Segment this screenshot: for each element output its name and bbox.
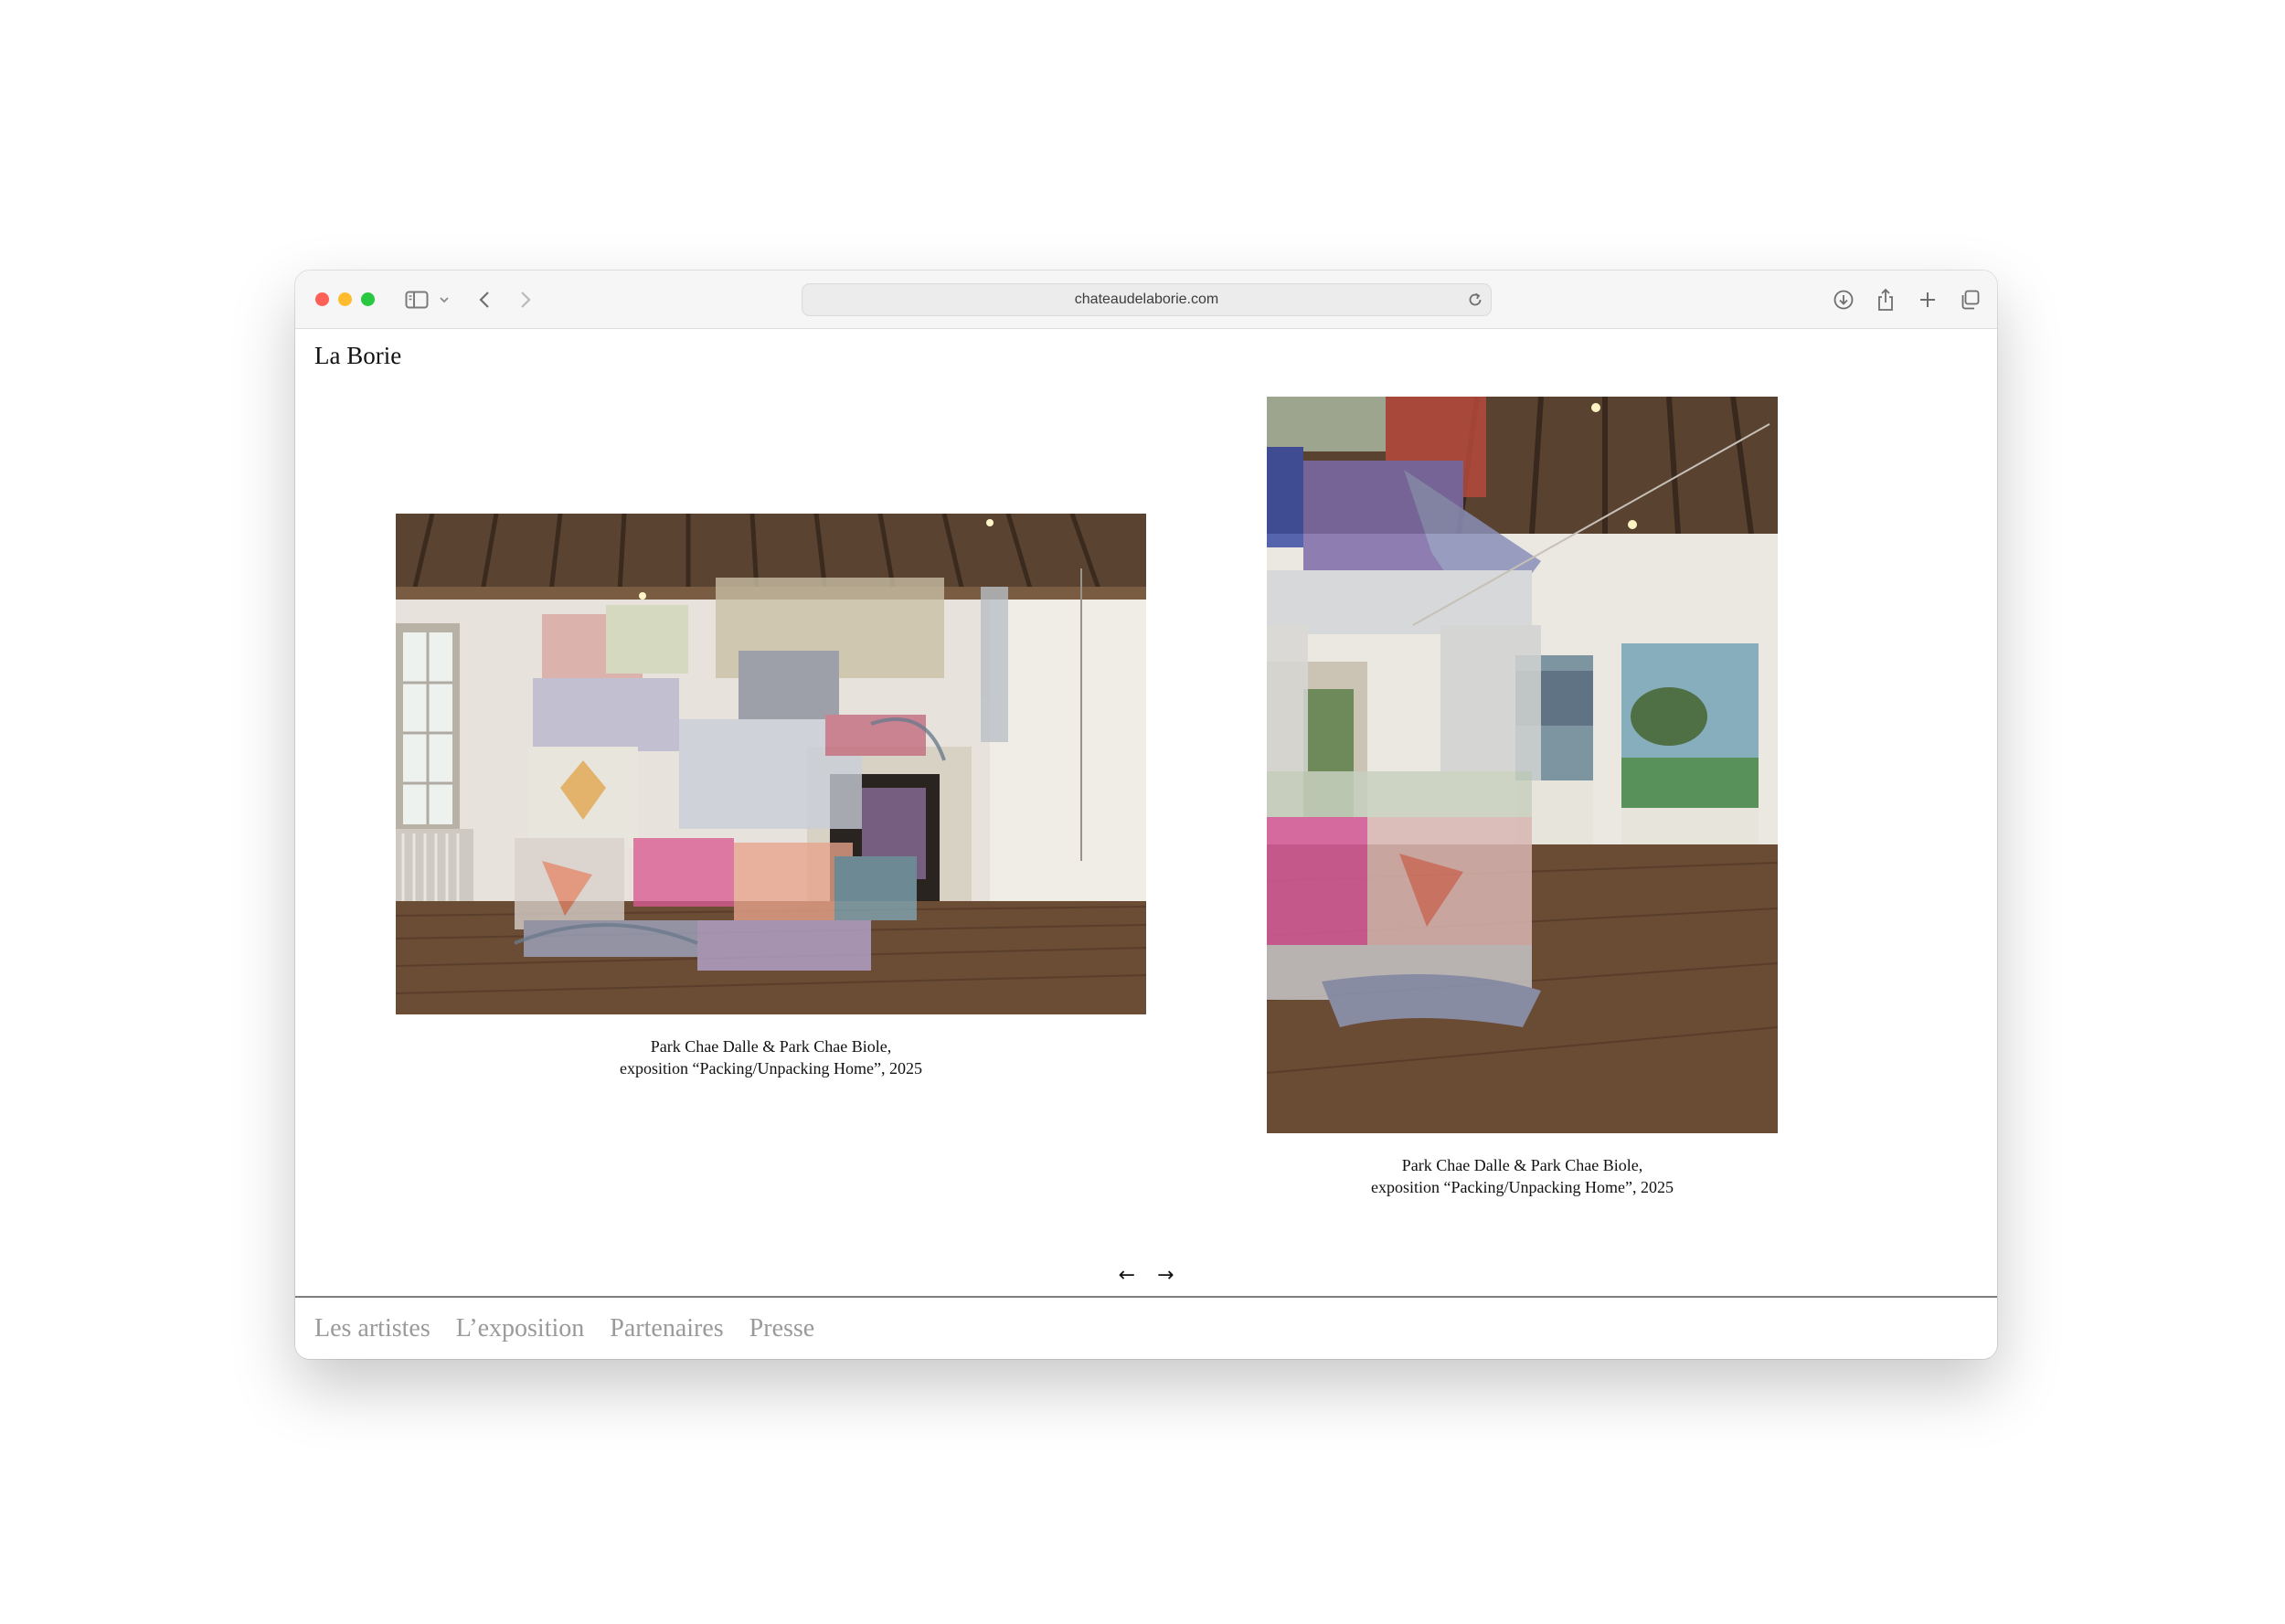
nav-link-presse[interactable]: Presse [749,1314,815,1343]
share-icon[interactable] [1874,283,1897,316]
artwork-caption-2: Park Chae Dalle & Park Chae Biole, expos… [1267,1154,1778,1198]
caption-line: Park Chae Dalle & Park Chae Biole, [650,1037,892,1056]
nav-link-exposition[interactable]: L’exposition [456,1314,585,1343]
close-window-button[interactable] [315,292,329,306]
plus-icon[interactable] [1916,283,1940,316]
chevron-down-icon[interactable] [438,283,451,316]
caption-line: exposition “Packing/Unpacking Home”, 202… [1371,1178,1674,1196]
caption-line: exposition “Packing/Unpacking Home”, 202… [620,1059,922,1077]
tab-overview-icon[interactable] [1958,283,1982,316]
back-icon[interactable] [474,283,494,316]
browser-window: chateaudelaborie.com La Borie Park Chae … [295,271,1997,1359]
forward-icon[interactable] [515,283,536,316]
site-title[interactable]: La Borie [314,342,401,370]
artwork-image-2[interactable] [1267,397,1778,1133]
footer-navigation: Les artistes L’exposition Partenaires Pr… [295,1296,1997,1359]
sidebar-icon[interactable] [403,283,430,316]
next-arrow-button[interactable]: → [1157,1265,1174,1287]
web-page: La Borie Park Chae Dalle & Park Chae Bio… [295,330,1997,1359]
download-icon[interactable] [1832,283,1855,316]
url-text[interactable]: chateaudelaborie.com [802,284,1491,315]
maximize-window-button[interactable] [361,292,375,306]
reload-icon[interactable] [1467,292,1483,313]
nav-link-artistes[interactable]: Les artistes [314,1314,430,1343]
caption-line: Park Chae Dalle & Park Chae Biole, [1401,1156,1643,1174]
minimize-window-button[interactable] [338,292,352,306]
nav-link-partenaires[interactable]: Partenaires [610,1314,723,1343]
gallery-pager: ← → [295,1265,1997,1287]
address-bar[interactable]: chateaudelaborie.com [802,283,1492,316]
browser-toolbar: chateaudelaborie.com [295,271,1997,329]
artwork-caption-1: Park Chae Dalle & Park Chae Biole, expos… [396,1035,1146,1079]
previous-arrow-button[interactable]: ← [1119,1265,1135,1287]
artwork-image-1[interactable] [396,514,1146,1014]
